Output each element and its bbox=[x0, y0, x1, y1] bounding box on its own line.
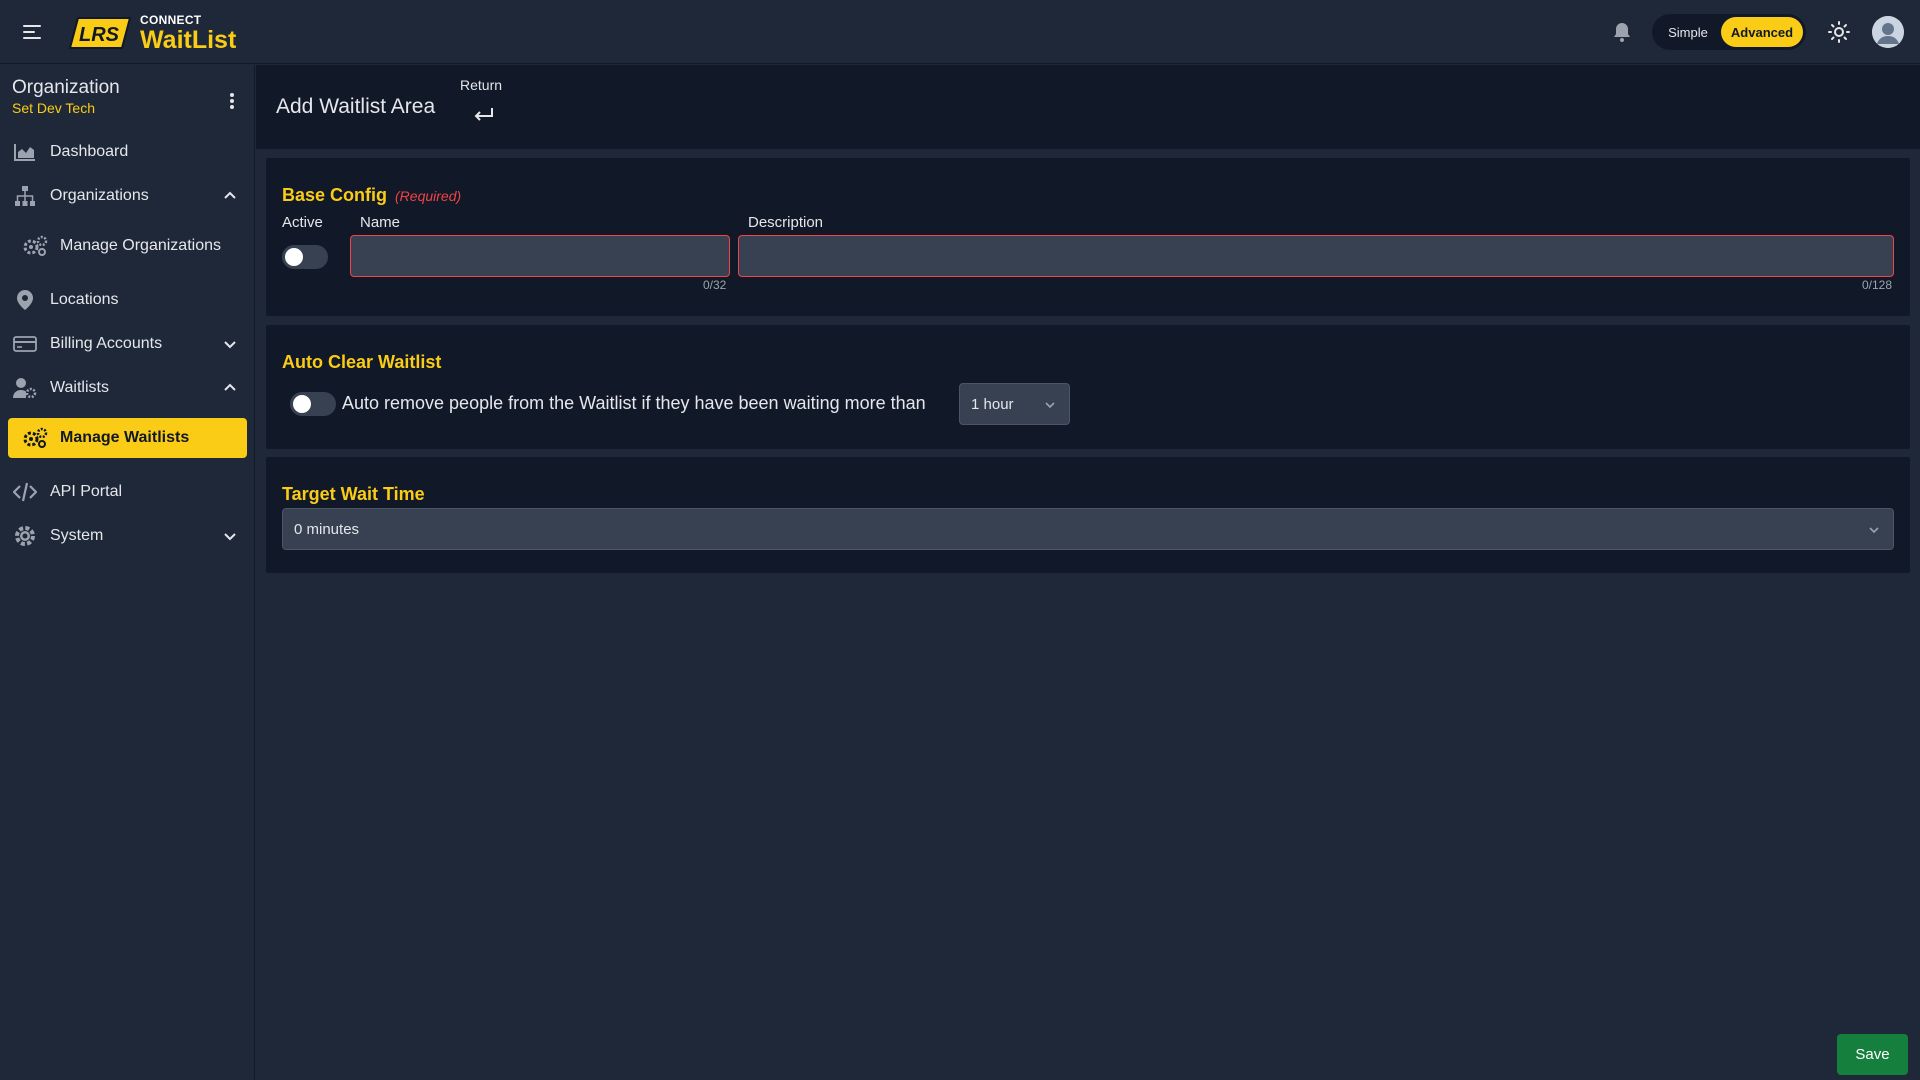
top-bar: LRS CONNECT WaitList Simple Advanced bbox=[0, 0, 1920, 64]
code-icon bbox=[12, 481, 38, 503]
required-tag: (Required) bbox=[395, 188, 462, 204]
name-input[interactable] bbox=[350, 235, 730, 277]
sidebar-item-label: System bbox=[50, 527, 104, 544]
sidebar-item-waitlists[interactable]: Waitlists bbox=[8, 368, 246, 408]
auto-clear-title: Auto Clear Waitlist bbox=[282, 352, 442, 372]
sidebar-item-label: Billing Accounts bbox=[50, 335, 163, 352]
gears-icon bbox=[22, 235, 48, 257]
auto-clear-toggle[interactable] bbox=[290, 392, 336, 416]
sidebar-item-label: Manage Waitlists bbox=[60, 429, 190, 446]
user-gear-icon bbox=[12, 377, 38, 399]
map-pin-icon bbox=[12, 289, 38, 311]
page-title: Add Waitlist Area bbox=[276, 95, 436, 118]
sidebar-item-dashboard[interactable]: Dashboard bbox=[8, 132, 246, 172]
description-char-counter: 0/128 bbox=[1862, 278, 1893, 292]
target-wait-value: 0 minutes bbox=[294, 520, 360, 538]
chevron-up-icon bbox=[224, 191, 236, 199]
auto-clear-duration-select[interactable]: 1 hour bbox=[959, 383, 1070, 425]
auto-clear-duration-value: 1 hour bbox=[971, 395, 1014, 413]
organization-name: Set Dev Tech bbox=[12, 100, 96, 116]
sidebar-item-api-portal[interactable]: API Portal bbox=[8, 472, 246, 512]
sidebar: Organization Set Dev Tech Dashboard Orga… bbox=[0, 65, 255, 1080]
sun-icon[interactable] bbox=[1828, 21, 1850, 43]
organization-title: Organization bbox=[12, 77, 120, 98]
product-name: WaitList bbox=[140, 25, 237, 54]
svg-text:LRS: LRS bbox=[79, 24, 120, 46]
kebab-menu-icon[interactable] bbox=[222, 91, 242, 111]
sidebar-item-label: API Portal bbox=[50, 483, 123, 500]
sidebar-item-manage-waitlists[interactable]: Manage Waitlists bbox=[8, 418, 247, 458]
save-button[interactable]: Save bbox=[1837, 1034, 1908, 1075]
chevron-down-icon bbox=[1045, 402, 1055, 409]
sitemap-icon bbox=[12, 185, 38, 207]
sidebar-item-label: Manage Organizations bbox=[60, 237, 221, 254]
base-config-title: Base Config (Required) bbox=[282, 185, 462, 205]
sidebar-item-label: Locations bbox=[50, 291, 119, 308]
chevron-down-icon bbox=[224, 341, 236, 349]
gears-icon bbox=[22, 427, 48, 449]
gear-icon bbox=[12, 525, 38, 547]
app-logo[interactable]: LRS CONNECT WaitList bbox=[68, 14, 236, 52]
product-prefix: CONNECT bbox=[140, 12, 202, 27]
target-wait-select[interactable]: 0 minutes bbox=[282, 508, 1894, 550]
sidebar-item-organizations[interactable]: Organizations bbox=[8, 176, 246, 216]
page-header: Add Waitlist Area Return bbox=[256, 65, 1920, 149]
return-label: Return bbox=[460, 77, 503, 93]
auto-clear-description: Auto remove people from the Waitlist if … bbox=[342, 393, 926, 413]
mode-toggle[interactable]: Simple Advanced bbox=[1652, 14, 1806, 50]
menu-icon[interactable] bbox=[20, 20, 44, 44]
lrs-logo-icon: LRS bbox=[68, 17, 132, 49]
credit-card-icon bbox=[12, 333, 38, 355]
sidebar-item-billing-accounts[interactable]: Billing Accounts bbox=[8, 324, 246, 364]
auto-clear-card: Auto Clear Waitlist Auto remove people f… bbox=[266, 325, 1910, 449]
sidebar-item-label: Dashboard bbox=[50, 143, 129, 160]
sidebar-item-manage-organizations[interactable]: Manage Organizations bbox=[14, 226, 252, 266]
chevron-down-icon bbox=[224, 533, 236, 541]
organization-header: Organization Set Dev Tech bbox=[12, 77, 242, 116]
toggle-knob bbox=[293, 395, 311, 413]
target-wait-card: Target Wait Time 0 minutes bbox=[266, 457, 1910, 573]
target-wait-title: Target Wait Time bbox=[282, 484, 425, 504]
return-arrow-icon bbox=[474, 108, 493, 121]
description-label: Description bbox=[748, 214, 824, 231]
description-input[interactable] bbox=[738, 235, 1894, 277]
toggle-knob bbox=[285, 248, 303, 266]
chevron-down-icon bbox=[1869, 527, 1879, 534]
user-avatar-icon[interactable] bbox=[1872, 16, 1904, 48]
chevron-up-icon bbox=[224, 383, 236, 391]
name-label: Name bbox=[360, 214, 401, 231]
sidebar-item-label: Waitlists bbox=[50, 379, 109, 396]
mode-advanced-option[interactable]: Advanced bbox=[1721, 17, 1803, 47]
active-toggle[interactable] bbox=[282, 245, 328, 269]
sidebar-item-label: Organizations bbox=[50, 187, 149, 204]
mode-simple-option[interactable]: Simple bbox=[1655, 17, 1721, 47]
active-label: Active bbox=[282, 214, 323, 231]
return-button[interactable]: Return bbox=[460, 77, 508, 133]
name-char-counter: 0/32 bbox=[703, 278, 727, 292]
sidebar-item-locations[interactable]: Locations bbox=[8, 280, 246, 320]
bell-icon[interactable] bbox=[1612, 21, 1632, 43]
sidebar-item-system[interactable]: System bbox=[8, 516, 246, 556]
base-config-card: Base Config (Required) Active Name 0/32 D… bbox=[266, 158, 1910, 316]
chart-area-icon bbox=[12, 141, 38, 163]
